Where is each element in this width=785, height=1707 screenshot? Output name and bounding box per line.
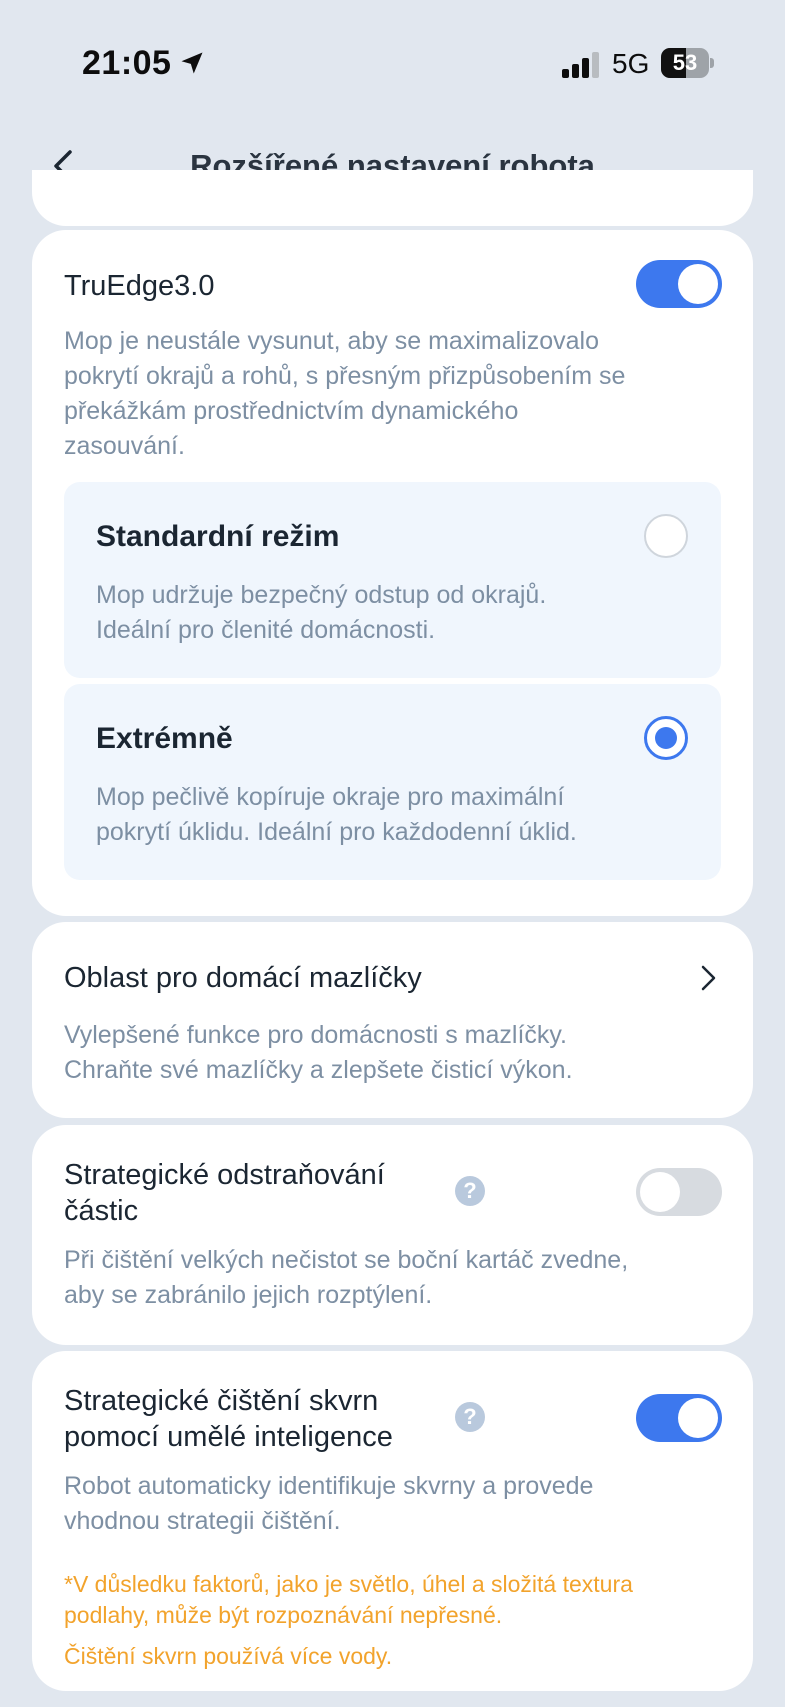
option-extreme-mode[interactable]: Extrémně Mop pečlivě kopíruje okraje pro… [64,684,721,880]
pet-area-title: Oblast pro domácí mazlíčky [64,962,422,994]
location-arrow-icon [181,52,203,74]
pet-area-card[interactable]: Oblast pro domácí mazlíčky Vylepšené fun… [32,922,753,1118]
particle-removal-title: Strategické odstraňování částic [64,1159,385,1227]
option-description: Mop pečlivě kopíruje okraje pro maximáln… [96,783,577,846]
truedge-toggle[interactable] [636,260,722,308]
network-type: 5G [612,48,650,79]
help-icon[interactable]: ? [455,1402,485,1432]
ai-stain-water-note: Čištění skvrn používá více vody. [64,1643,393,1669]
option-description: Mop udržuje bezpečný odstup od okrajů. I… [96,581,547,644]
option-title: Standardní režim [96,520,340,553]
cellular-signal-icon [562,52,599,78]
particle-removal-card: Strategické odstraňování částic ? Při či… [32,1125,753,1345]
radio-extreme-mode[interactable] [644,716,688,760]
battery-icon: 53 [661,48,714,78]
ai-stain-cleaning-toggle[interactable] [636,1394,722,1442]
battery-percent: 53 [672,50,698,75]
ai-stain-cleaning-title: Strategické čištění skvrn pomocí umělé i… [64,1385,393,1453]
chevron-right-icon [701,965,716,991]
status-time: 21:05 [82,44,172,82]
particle-removal-description: Při čištění velkých nečistot se boční ka… [64,1246,629,1309]
option-standard-mode[interactable]: Standardní režim Mop udržuje bezpečný od… [64,482,721,678]
truedge-title: TruEdge3.0 [64,270,215,302]
help-icon[interactable]: ? [455,1176,485,1206]
pet-area-description: Vylepšené funkce pro domácnosti s mazlíč… [64,1021,573,1084]
truedge-card: TruEdge3.0 Mop je neustále vysunut, aby … [32,230,753,916]
truedge-description: Mop je neustále vysunut, aby se maximali… [64,327,626,460]
ai-stain-warning-note: *V důsledku faktorů, jako je světlo, úhe… [64,1571,633,1628]
option-title: Extrémně [96,722,233,755]
previous-settings-card [32,170,753,226]
ai-stain-cleaning-card: Strategické čištění skvrn pomocí umělé i… [32,1351,753,1691]
radio-standard-mode[interactable] [644,514,688,558]
ai-stain-cleaning-description: Robot automaticky identifikuje skvrny a … [64,1472,594,1535]
status-bar: 21:05 5G 53 [0,0,785,120]
particle-removal-toggle[interactable] [636,1168,722,1216]
